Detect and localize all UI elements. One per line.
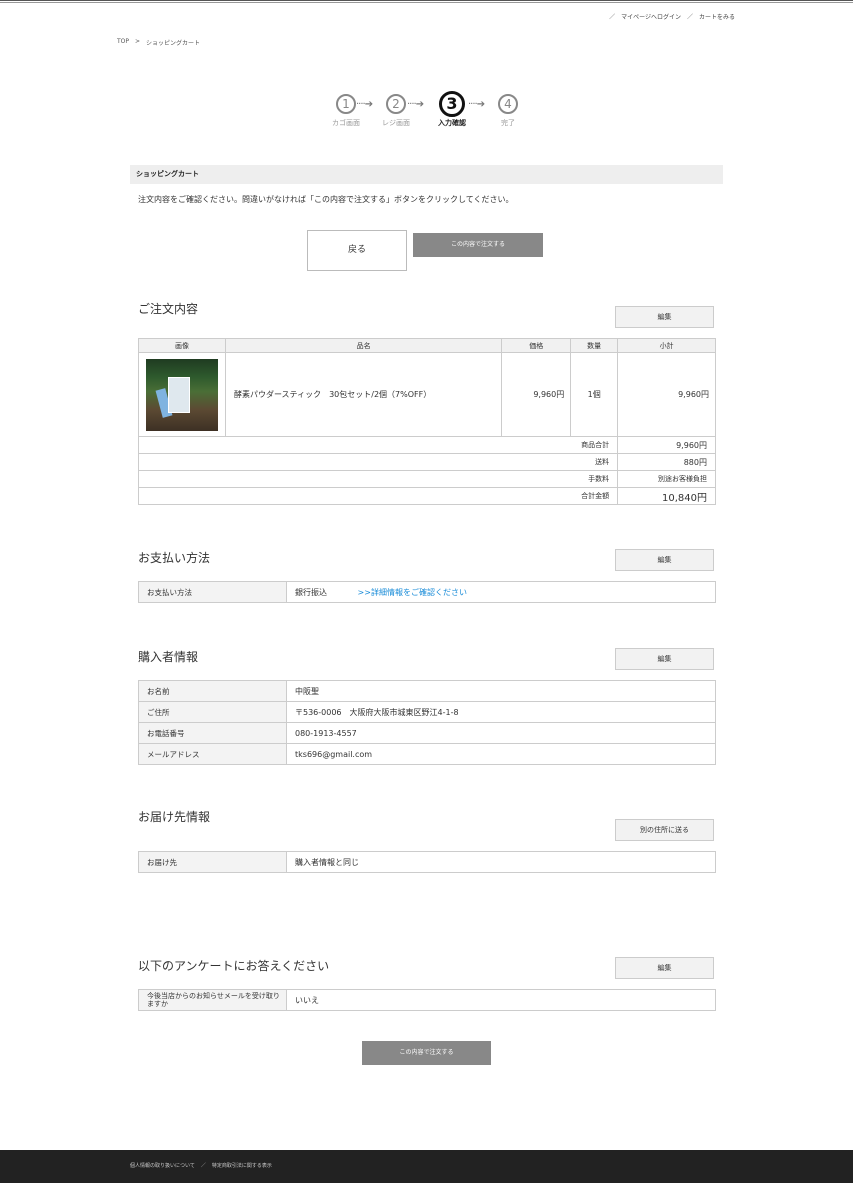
step-1-number: 1 [336, 94, 356, 114]
breadcrumb: TOP > ショッピングカート [117, 38, 200, 47]
buyer-value: 〒536-0006 大阪府大阪市城東区野江4-1-8 [286, 701, 716, 723]
step-1-label: カゴ画面 [332, 119, 360, 127]
step-4-number: 4 [498, 94, 518, 114]
summary-row: 商品合計 9,960円 [137, 436, 716, 454]
step-3-number: 3 [439, 91, 465, 117]
buyer-key: お電話番号 [138, 722, 287, 744]
product-name: 酵素パウダースティック 30包セット/2個（7%OFF） [224, 352, 503, 437]
delivery-value: 購入者情報と同じ [286, 851, 716, 873]
breadcrumb-current: ショッピングカート [146, 40, 201, 47]
separator: ／ [686, 14, 693, 21]
table-row: お電話番号 080-1913-4557 [138, 722, 716, 744]
buyer-value: tks696@gmail.com [286, 743, 716, 765]
summary-row: 合計金額 10,840円 [137, 487, 716, 505]
total-value: 10,840円 [617, 487, 716, 505]
place-order-button[interactable]: この内容で注文する [413, 233, 543, 257]
summary-value: 880円 [617, 453, 716, 471]
summary-value: 別途お客様負担 [617, 470, 716, 488]
step-4-label: 完了 [501, 119, 515, 127]
table-row: ご住所 〒536-0006 大阪府大阪市城東区野江4-1-8 [138, 701, 716, 723]
product-image-cell [138, 352, 226, 437]
step-arrow-icon: ····➔ [407, 99, 424, 110]
summary-row: 手数料 別途お客様負担 [137, 470, 716, 488]
payment-key: お支払い方法 [138, 581, 287, 603]
step-arrow-icon: ····➔ [356, 99, 373, 110]
buyer-key: メールアドレス [138, 743, 287, 765]
summary-label: 商品合計 [137, 436, 619, 454]
breadcrumb-top[interactable]: TOP [117, 38, 129, 47]
product-qty: 1個 [570, 352, 619, 437]
col-qty: 数量 [570, 338, 619, 353]
step-arrow-icon: ····➔ [468, 99, 485, 110]
step-2-number: 2 [386, 94, 406, 114]
survey-value: いいえ [286, 989, 716, 1011]
step-2-label: レジ画面 [382, 119, 410, 127]
table-row: お届け先 購入者情報と同じ [138, 851, 716, 873]
order-section-title: ご注文内容 [138, 302, 199, 316]
buyer-section-title: 購入者情報 [138, 650, 199, 664]
order-table-header: 画像 品名 価格 数量 小計 [138, 338, 716, 353]
confirm-notice: 注文内容をご確認ください。問違いがなければ「この内容で注文する」ボタンをクリック… [138, 195, 514, 204]
back-button[interactable]: 戻る [307, 230, 407, 271]
delivery-key: お届け先 [138, 851, 287, 873]
footer: 個人情報の取り扱いについて ／ 特定商取引法に関する表示 [0, 1150, 853, 1183]
survey-key: 今後当店からのお知らせメールを受け取りますか [138, 989, 287, 1011]
order-edit-button[interactable]: 編集 [615, 306, 714, 328]
payment-details-link[interactable]: >>詳細情報をご確認ください [358, 588, 467, 597]
header-links: ／ マイページへログイン ／ カートをみる [609, 12, 735, 21]
cart-section-bar: ショッピングカート [130, 165, 723, 184]
buyer-value: 中阪聖 [286, 680, 716, 702]
footer-separator: ／ [200, 1163, 206, 1169]
separator: ／ [609, 14, 616, 21]
buyer-key: お名前 [138, 680, 287, 702]
col-image: 画像 [138, 338, 226, 353]
payment-table: お支払い方法 銀行振込 >>詳細情報をご確認ください [138, 581, 716, 603]
product-subtotal: 9,960円 [617, 352, 716, 437]
step-3: 3 入力確認 [432, 91, 472, 128]
step-4: 4 完了 [494, 94, 522, 128]
table-row: 今後当店からのお知らせメールを受け取りますか いいえ [138, 989, 716, 1011]
payment-section-title: お支払い方法 [138, 551, 211, 565]
view-cart-link[interactable]: カートをみる [699, 12, 735, 21]
commercial-law-link[interactable]: 特定商取引法に関する表示 [212, 1162, 272, 1169]
survey-table: 今後当店からのお知らせメールを受け取りますか いいえ [138, 989, 716, 1011]
buyer-key: ご住所 [138, 701, 287, 723]
survey-section-title: 以下のアンケートにお答えください [138, 959, 330, 973]
summary-label: 合計金額 [137, 487, 619, 505]
delivery-table: お届け先 購入者情報と同じ [138, 851, 716, 873]
summary-row: 送料 880円 [137, 453, 716, 471]
buyer-table: お名前 中阪聖 ご住所 〒536-0006 大阪府大阪市城東区野江4-1-8 お… [138, 680, 716, 765]
order-table: 画像 品名 価格 数量 小計 酵素パウダースティック 30包セット/2個（7%O… [137, 338, 716, 505]
col-price: 価格 [501, 338, 572, 353]
product-image [145, 358, 218, 431]
payment-value-cell: 銀行振込 >>詳細情報をご確認ください [286, 581, 716, 603]
table-row: お支払い方法 銀行振込 >>詳細情報をご確認ください [138, 581, 716, 603]
buyer-edit-button[interactable]: 編集 [615, 648, 714, 670]
step-3-label: 入力確認 [438, 119, 466, 127]
product-price: 9,960円 [501, 352, 572, 437]
buyer-value: 080-1913-4557 [286, 722, 716, 744]
place-order-button-bottom[interactable]: この内容で注文する [362, 1041, 491, 1065]
breadcrumb-sep: > [135, 38, 141, 45]
top-border [0, 0, 853, 3]
table-row: 酵素パウダースティック 30包セット/2個（7%OFF） 9,960円 1個 9… [138, 352, 716, 437]
checkout-steps: 1 カゴ画面 ····➔ 2 レジ画面 ····➔ 3 入力確認 ····➔ 4… [328, 91, 528, 140]
col-name: 品名 [224, 338, 503, 353]
delivery-section-title: お届け先情報 [138, 810, 211, 824]
col-subtotal: 小計 [617, 338, 716, 353]
summary-label: 手数料 [137, 470, 619, 488]
payment-value: 銀行振込 [295, 587, 327, 597]
table-row: メールアドレス tks696@gmail.com [138, 743, 716, 765]
send-other-address-button[interactable]: 別の住所に送る [615, 819, 714, 841]
summary-label: 送料 [137, 453, 619, 471]
payment-edit-button[interactable]: 編集 [615, 549, 714, 571]
privacy-link[interactable]: 個人情報の取り扱いについて [130, 1162, 195, 1169]
summary-value: 9,960円 [617, 436, 716, 454]
mypage-login-link[interactable]: マイページへログイン [621, 12, 681, 21]
survey-edit-button[interactable]: 編集 [615, 957, 714, 979]
table-row: お名前 中阪聖 [138, 680, 716, 702]
footer-links: 個人情報の取り扱いについて ／ 特定商取引法に関する表示 [130, 1162, 272, 1169]
